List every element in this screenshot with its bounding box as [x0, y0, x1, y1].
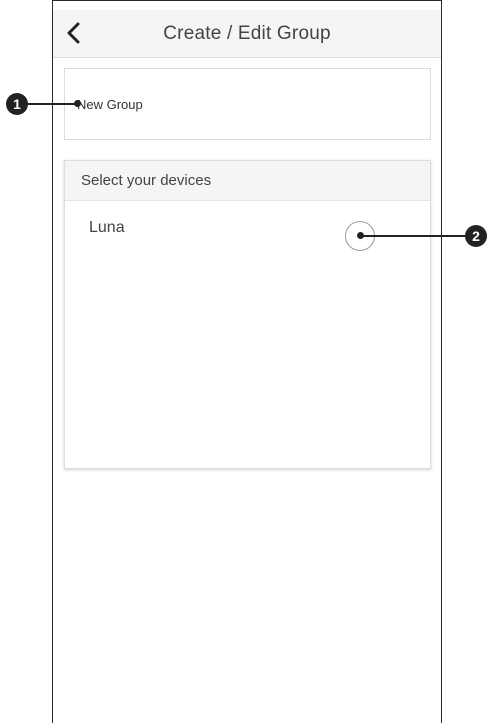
app-header: Create / Edit Group [53, 10, 441, 58]
device-row-luna[interactable]: Luna [65, 202, 430, 260]
device-name: Luna [89, 219, 125, 236]
phone-frame: Create / Edit Group Select your devices … [52, 0, 442, 723]
phone-top-edge [52, 0, 442, 10]
group-name-card [64, 68, 431, 140]
callout-1-leader-dot [74, 100, 81, 107]
devices-card: Select your devices Luna [64, 160, 431, 469]
callout-2-leader-line [362, 235, 467, 237]
callout-1-leader-line [26, 103, 78, 105]
group-name-input[interactable] [77, 93, 407, 115]
callout-badge-1: 1 [6, 93, 28, 115]
page-title: Create / Edit Group [163, 23, 331, 44]
devices-section-header: Select your devices [65, 161, 430, 201]
callout-badge-2: 2 [465, 225, 487, 247]
callout-2-leader-dot [357, 232, 364, 239]
devices-section-title: Select your devices [81, 172, 212, 189]
